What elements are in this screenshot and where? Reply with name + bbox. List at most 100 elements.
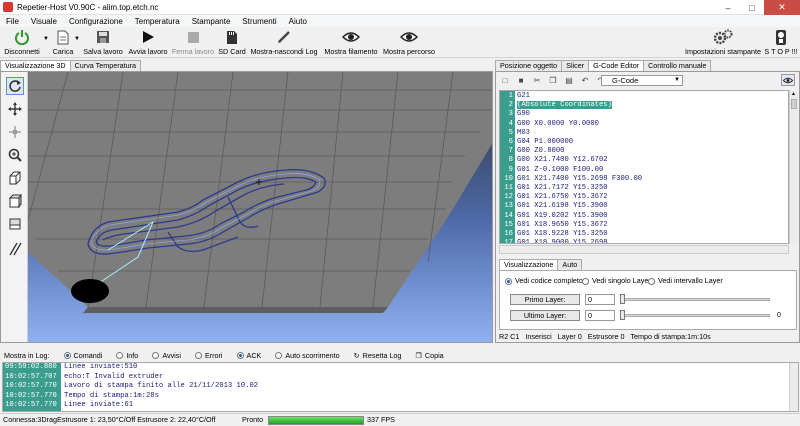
save-job-button[interactable]: Salva lavoro <box>82 27 124 58</box>
load-button[interactable]: Carica <box>50 27 76 58</box>
first-layer-slider-handle[interactable] <box>620 294 625 304</box>
tab-slicer[interactable]: Slicer <box>561 60 590 71</box>
top-view-icon[interactable] <box>6 215 24 233</box>
printer-settings-button[interactable]: Impostazioni stampante <box>684 27 762 58</box>
3d-viewport[interactable] <box>28 72 492 342</box>
paste-icon[interactable]: ▤ <box>564 75 574 85</box>
editor-scrollbar[interactable]: ▲ <box>789 90 798 244</box>
log-filter-info[interactable]: Info <box>116 351 138 360</box>
menu-tools[interactable]: Strumenti <box>236 17 282 26</box>
code-text: G90 <box>517 110 530 119</box>
log-scrollbar[interactable] <box>789 363 798 411</box>
gcode-text-area[interactable]: 1 G21 2 (Absolute Coordinates) 3 G90 4 G00 X0.0… <box>499 90 789 244</box>
iso-view-icon[interactable] <box>6 169 24 187</box>
tab-gcode-editor[interactable]: G-Code Editor <box>588 60 645 71</box>
log-output[interactable]: 09:59:02.880 Linee inviate:510 10:02:57.70… <box>2 362 799 412</box>
move-icon[interactable] <box>6 100 24 118</box>
last-layer-slider-handle[interactable] <box>620 310 625 320</box>
menu-printer[interactable]: Stampante <box>186 17 237 26</box>
last-layer-stepper[interactable]: 0 <box>585 310 615 321</box>
minimize-button[interactable]: – <box>716 0 740 15</box>
new-document-icon[interactable]: □ <box>500 75 510 85</box>
code-line[interactable]: 5 M03 <box>500 129 788 138</box>
code-line[interactable]: 9 G01 Z-0.1000 F100.00 <box>500 166 788 175</box>
log-filter-errors[interactable]: Errori <box>194 351 223 360</box>
code-line[interactable]: 12 G01 X21.6750 Y15.3672 <box>500 193 788 202</box>
menu-view[interactable]: Visuale <box>25 17 63 26</box>
first-layer-slider[interactable] <box>624 298 770 301</box>
print-bed-render <box>28 72 492 342</box>
rotate-icon[interactable] <box>6 77 24 95</box>
menu-help[interactable]: Aiuto <box>283 17 313 26</box>
radio-single-layer[interactable]: Vedi singolo Layer <box>582 276 651 285</box>
emergency-stop-button[interactable]: S T O P !!! <box>764 27 798 58</box>
code-line[interactable]: 3 G90 <box>500 110 788 119</box>
code-text: G01 X18.9228 Y15.3250 <box>517 230 608 238</box>
disconnect-dropdown-icon[interactable]: ▼ <box>43 36 49 42</box>
radio-full-code[interactable]: Vedi codice completo <box>505 276 583 285</box>
save-icon[interactable]: ■ <box>516 75 526 85</box>
code-type-select[interactable]: G-Code ▼ <box>601 75 683 86</box>
copy-icon[interactable]: ❐ <box>548 75 558 85</box>
code-line[interactable]: 14 G01 X19.0202 Y15.3900 <box>500 212 788 221</box>
log-timestamp: 10:02:57.770 <box>3 401 61 411</box>
code-line[interactable]: 11 G01 X21.7172 Y15.3250 <box>500 184 788 193</box>
code-line[interactable]: 8 G00 X21.7400 Y12.6702 <box>500 156 788 165</box>
cut-icon[interactable]: ✂ <box>532 75 542 85</box>
front-view-icon[interactable] <box>6 192 24 210</box>
last-layer-button[interactable]: Ultimo Layer: <box>510 310 580 321</box>
code-line[interactable]: 4 G00 X0.0000 Y0.0000 <box>500 120 788 129</box>
log-label: Mostra in Log: <box>4 351 50 360</box>
code-line[interactable]: 17 G01 X18.9000 Y15.2698 <box>500 239 788 243</box>
tab-3d-view[interactable]: Visualizzazione 3D <box>0 60 71 71</box>
tab-visualization[interactable]: Visualizzazione <box>499 259 559 270</box>
reset-log-button[interactable]: ↻ Resetta Log <box>354 351 402 360</box>
code-line[interactable]: 15 G01 X18.9650 Y15.3672 <box>500 221 788 230</box>
sd-card-button[interactable]: SD Card <box>217 27 247 58</box>
code-line[interactable]: 6 G04 P1.000000 <box>500 138 788 147</box>
code-line[interactable]: 7 G00 Z0.8000 <box>500 147 788 156</box>
move-object-icon[interactable] <box>6 123 24 141</box>
tab-manual-control[interactable]: Controllo manuale <box>643 60 712 71</box>
tab-temperature-curve[interactable]: Curva Temperatura <box>69 60 141 71</box>
log-filter-ack[interactable]: ACK <box>236 351 261 360</box>
last-layer-slider[interactable] <box>624 314 770 317</box>
toggle-log-button[interactable]: Mostra-nascondi Log <box>250 27 318 58</box>
code-line[interactable]: 1 G21 <box>500 92 788 101</box>
tab-auto[interactable]: Auto <box>557 259 583 270</box>
code-line[interactable]: 16 G01 X18.9228 Y15.3250 <box>500 230 788 239</box>
log-auto-scroll[interactable]: Auto scorrimento <box>275 351 340 360</box>
editor-hscrollbar[interactable] <box>499 245 789 254</box>
show-path-button[interactable]: Mostra percorso <box>381 27 437 58</box>
code-line[interactable]: 10 G01 X21.7400 Y15.2698 F300.00 <box>500 175 788 184</box>
progress-fill <box>269 417 363 424</box>
first-layer-button[interactable]: Primo Layer: <box>510 294 580 305</box>
log-filter-warnings[interactable]: Avvisi <box>152 351 181 360</box>
code-line[interactable]: 2 (Absolute Coordinates) <box>500 101 788 110</box>
log-message: echo:T Invalid extruder <box>64 372 164 381</box>
stop-job-button[interactable]: Ferma lavoro <box>171 27 215 58</box>
document-icon <box>57 27 69 47</box>
code-line[interactable]: 13 G01 X21.6198 Y15.3900 <box>500 202 788 211</box>
menu-file[interactable]: File <box>0 17 25 26</box>
radio-layer-range[interactable]: Vedi intervallo Layer <box>648 276 723 285</box>
load-dropdown-icon[interactable]: ▼ <box>74 36 80 42</box>
tab-object-position[interactable]: Posizione oggetto <box>495 60 563 71</box>
close-button[interactable]: ✕ <box>764 0 800 15</box>
undo-icon[interactable]: ↶ <box>580 75 590 85</box>
code-text: G01 X19.0202 Y15.3900 <box>517 211 608 220</box>
maximize-button[interactable]: □ <box>740 0 764 15</box>
first-layer-stepper[interactable]: 0 <box>585 294 615 305</box>
log-filter-commands[interactable]: Comandi <box>63 351 102 360</box>
zoom-icon[interactable] <box>6 146 24 164</box>
menu-temperature[interactable]: Temperatura <box>129 17 186 26</box>
copy-log-button[interactable]: ❐ Copia <box>415 351 443 360</box>
parallel-view-icon[interactable] <box>6 240 24 258</box>
scroll-up-icon[interactable]: ▲ <box>791 91 796 97</box>
disconnect-button[interactable]: Disconnetti <box>2 27 42 58</box>
menu-config[interactable]: Configurazione <box>63 17 129 26</box>
eye-toggle-button[interactable] <box>781 74 795 86</box>
scrollbar-thumb[interactable] <box>791 99 797 109</box>
start-job-button[interactable]: Avvia lavoro <box>127 27 169 58</box>
show-filament-button[interactable]: Mostra filamento <box>323 27 379 58</box>
